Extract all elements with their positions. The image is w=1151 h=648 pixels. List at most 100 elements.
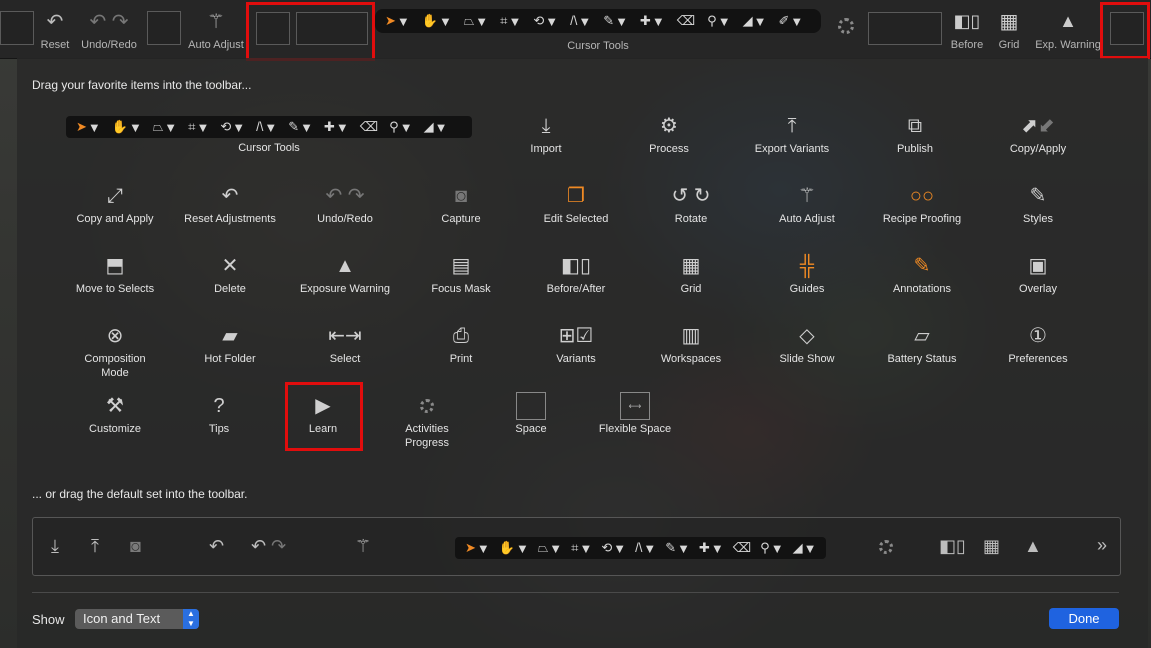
import-icon: ⤓	[51, 536, 59, 556]
hand-icon[interactable]: ✋▼	[422, 13, 452, 29]
palette-item-capture[interactable]: ◙ Capture	[403, 182, 519, 226]
brush-icon[interactable]: ✎▼	[603, 13, 628, 29]
show-mode-select[interactable]: Icon and Text ▲ ▼	[75, 609, 199, 629]
annotate-icon[interactable]: ✐▼	[778, 13, 803, 29]
palette-item-exposure-warning[interactable]: ▲ Exposure Warning	[287, 252, 403, 296]
palette-item-delete[interactable]: ✕ Delete	[172, 252, 288, 296]
palette-item-import[interactable]: ⤓ Import	[488, 112, 604, 156]
toolbar-grid-button[interactable]: ▦ Grid	[992, 6, 1026, 52]
toolbar-cursor-tools[interactable]: ➤▼ ✋▼ ⏢▼ ⌗▼ ⟲▼ /\▼ ✎▼ ✚▼ ⌫ ⚲▼ ◢▼ ✐▼ Curs…	[375, 9, 821, 52]
keystone-icon: /\▼	[635, 539, 657, 557]
toolbar-exp-warning-button[interactable]: ▲ Exp. Warning	[1030, 6, 1106, 52]
palette-item-slide-show[interactable]: ◇ Slide Show	[749, 322, 865, 366]
palette-item-print[interactable]: ⎙ Print	[403, 322, 519, 366]
x-icon: ✕	[221, 255, 239, 277]
palette-item-export-variants[interactable]: ⤒ Export Variants	[734, 112, 850, 156]
rotate-icon: ↺ ↻	[671, 185, 711, 207]
toolbar-placeholder	[147, 11, 181, 45]
camera-icon: ◙	[130, 536, 141, 556]
camera-icon: ◙	[454, 185, 468, 207]
palette-item-process[interactable]: ⚙ Process	[611, 112, 727, 156]
reset-arrow-icon: ↶	[209, 536, 225, 556]
palette-item-battery-status[interactable]: ▱ Battery Status	[864, 322, 980, 366]
toolbar-placeholder	[868, 12, 942, 45]
printer-icon: ⎙	[453, 325, 469, 347]
done-button[interactable]: Done	[1049, 608, 1119, 629]
crop-icon[interactable]: ⌗▼	[500, 13, 521, 29]
toolbar-auto-adjust-button[interactable]: ⚚ Auto Adjust	[185, 6, 247, 52]
glasses-icon: ○○	[909, 185, 935, 207]
toolbar-reset-button[interactable]: ↶ Reset	[36, 6, 74, 52]
palette-item-undo-redo[interactable]: ↶ ↷ Undo/Redo	[287, 182, 403, 226]
palette-item-styles[interactable]: ✎ Styles	[980, 182, 1096, 226]
space-icon	[473, 392, 589, 420]
slideshow-icon: ◇	[799, 325, 815, 347]
palette-cursor-tools[interactable]: ➤▼ ✋▼ ⏢▼ ⌗▼ ⟲▼ /\▼ ✎▼ ✚▼ ⌫ ⚲▼ ◢▼ Cursor …	[66, 116, 472, 154]
gradient-icon: ◢▼	[792, 539, 817, 557]
grid-icon: ▦	[999, 10, 1019, 33]
gradient-icon[interactable]: ◢▼	[743, 13, 767, 29]
tools-icon: ⚒	[106, 395, 124, 417]
palette-item-select[interactable]: ⇤⇥ Select	[287, 322, 403, 366]
toolbar-undo-redo-button[interactable]: ↶ ↷ Undo/Redo	[78, 6, 140, 52]
palette-item-overlay[interactable]: ▣ Overlay	[980, 252, 1096, 296]
crop-icon: ⌗▼	[188, 118, 210, 136]
cursor-tools-strip[interactable]: ➤▼ ✋▼ ⏢▼ ⌗▼ ⟲▼ /\▼ ✎▼ ✚▼ ⌫ ⚲▼ ◢▼	[66, 116, 472, 138]
highlight-box	[1100, 2, 1150, 59]
keystone-icon[interactable]: /\▼	[570, 13, 591, 29]
palette-item-workspaces[interactable]: ▥ Workspaces	[633, 322, 749, 366]
import-icon: ⤓	[541, 115, 551, 137]
palette-item-composition-mode[interactable]: ⊗ Composition Mode	[57, 322, 173, 380]
palette-item-copy-apply[interactable]: ⬈ ⬋ Copy/Apply	[980, 112, 1096, 156]
workspaces-icon: ▥	[681, 325, 701, 347]
divider	[32, 592, 1119, 593]
palette-item-space[interactable]: Space	[473, 392, 589, 436]
palette-item-guides[interactable]: ╬ Guides	[749, 252, 865, 296]
activity-spinner-icon	[838, 18, 854, 39]
highlight-box	[246, 2, 375, 61]
magic-wand-icon: ⚚	[355, 536, 372, 556]
copy-and-apply-icon: ⤢	[107, 185, 123, 207]
palette-item-focus-mask[interactable]: ▤ Focus Mask	[403, 252, 519, 296]
guides-icon: ╬	[799, 255, 815, 277]
cursor-tools-strip[interactable]: ➤▼ ✋▼ ⏢▼ ⌗▼ ⟲▼ /\▼ ✎▼ ✚▼ ⌫ ⚲▼ ◢▼ ✐▼	[375, 9, 821, 33]
palette-item-preferences[interactable]: ① Preferences	[980, 322, 1096, 366]
palette-item-annotations[interactable]: ✎ Annotations	[864, 252, 980, 296]
select-cursor-icon[interactable]: ➤▼	[385, 13, 410, 29]
palette-item-flexible-space[interactable]: ⟷ Flexible Space	[577, 392, 693, 436]
eraser-icon[interactable]: ⌫	[677, 13, 695, 29]
palette-item-activities-progress[interactable]: Activities Progress	[369, 392, 485, 450]
flexible-space-icon: ⟷	[577, 392, 693, 420]
palette-item-customize[interactable]: ⚒ Customize	[57, 392, 173, 436]
straighten-icon[interactable]: ⏢▼	[464, 13, 488, 29]
magic-wand-icon: ⚚	[207, 10, 225, 33]
move-to-selects-icon: ⬒	[105, 255, 125, 277]
rotate-tool-icon[interactable]: ⟲▼	[533, 13, 558, 29]
publish-icon: ⧉	[907, 115, 923, 137]
toolbar-before-button[interactable]: ◧▯ Before	[948, 6, 986, 52]
warning-triangle-icon: ▲	[1024, 536, 1042, 556]
magic-wand-icon: ⚚	[798, 185, 816, 207]
palette-item-before-after[interactable]: ◧▯ Before/After	[518, 252, 634, 296]
heal-icon[interactable]: ✚▼	[640, 13, 665, 29]
palette-item-move-to-selects[interactable]: ⬒ Move to Selects	[57, 252, 173, 296]
crop-icon: ⌗▼	[571, 539, 593, 557]
edit-selected-icon: ❐	[567, 185, 585, 207]
palette-item-publish[interactable]: ⧉ Publish	[857, 112, 973, 156]
palette-item-copy-and-apply[interactable]: ⤢ Copy and Apply	[57, 182, 173, 226]
palette-item-recipe-proofing[interactable]: ○○ Recipe Proofing	[864, 182, 980, 226]
palette-item-variants[interactable]: ⊞☑ Variants	[518, 322, 634, 366]
default-toolbar-set[interactable]: ⤓ ⤒ ◙ ↶ ↶ ↷ ⚚ ➤▼ ✋▼ ⏢▼ ⌗▼ ⟲▼ /\▼ ✎▼ ✚▼ ⌫…	[32, 517, 1121, 576]
palette-item-edit-selected[interactable]: ❐ Edit Selected	[518, 182, 634, 226]
overflow-chevron-icon[interactable]: »	[1097, 535, 1107, 556]
preferences-icon: ①	[1029, 325, 1047, 347]
palette-item-reset-adjustments[interactable]: ↶ Reset Adjustments	[172, 182, 288, 226]
palette-item-rotate[interactable]: ↺ ↻ Rotate	[633, 182, 749, 226]
grid-icon: ▦	[681, 255, 701, 277]
palette-item-tips[interactable]: ? Tips	[161, 392, 277, 436]
palette-item-auto-adjust[interactable]: ⚚ Auto Adjust	[749, 182, 865, 226]
picker-icon[interactable]: ⚲▼	[707, 13, 730, 29]
composition-mode-icon: ⊗	[106, 325, 124, 347]
palette-item-hot-folder[interactable]: ▰ Hot Folder	[172, 322, 288, 366]
palette-item-grid[interactable]: ▦ Grid	[633, 252, 749, 296]
